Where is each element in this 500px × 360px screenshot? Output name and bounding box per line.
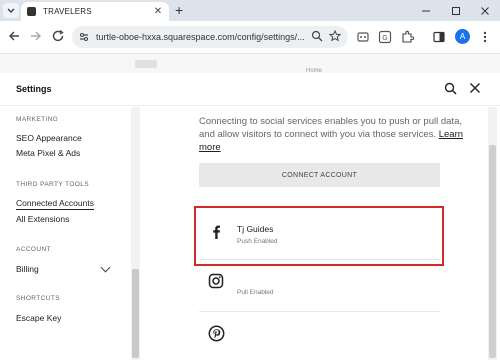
zoom-icon[interactable] (310, 30, 324, 44)
sidebar-heading-shortcuts: SHORTCUTS (16, 295, 60, 302)
page-behind-overlay: Home (0, 53, 500, 74)
window-close-icon[interactable] (471, 0, 499, 21)
tab-title: TRAVELERS (43, 7, 92, 16)
profile-avatar[interactable]: A (455, 29, 470, 44)
sidebar-item-billing[interactable]: Billing (16, 264, 39, 274)
sidebar-heading-marketing: MARKETING (16, 116, 59, 123)
content-scrollbar-thumb[interactable] (489, 145, 496, 358)
side-panel-icon[interactable] (432, 30, 446, 44)
account-row-pinterest[interactable] (199, 312, 440, 360)
minimize-icon[interactable] (412, 0, 440, 21)
sidebar-item-seo-appearance[interactable]: SEO Appearance (16, 133, 82, 143)
browser-toolbar: turtle-oboe-hxxa.squarespace.com/config/… (0, 21, 500, 53)
sidebar-item-escape-key[interactable]: Escape Key (16, 313, 61, 323)
chevron-down-icon (7, 8, 15, 13)
sidebar-scrollbar-thumb[interactable] (132, 269, 139, 358)
back-icon[interactable] (6, 29, 22, 45)
sidebar-item-connected-accounts[interactable]: Connected Accounts (16, 198, 94, 210)
bookmark-star-icon[interactable] (328, 29, 342, 44)
reload-icon[interactable] (50, 29, 66, 45)
search-icon[interactable] (443, 82, 457, 96)
chevron-down-icon[interactable] (100, 262, 111, 273)
puzzle-extensions-icon[interactable] (400, 30, 415, 44)
tab-search-button[interactable] (3, 3, 19, 18)
maximize-icon[interactable] (442, 0, 470, 21)
sidebar-item-all-extensions[interactable]: All Extensions (16, 214, 69, 224)
svg-text:G: G (382, 35, 387, 42)
settings-panel: Settings MARKETING SEO Appearance Meta P… (0, 73, 500, 360)
tab-close-icon[interactable]: ✕ (153, 6, 163, 17)
settings-title: Settings (16, 84, 52, 94)
page-behind-element (135, 60, 157, 68)
account-row-instagram[interactable]: Pull Enabled (199, 260, 440, 312)
sidebar-item-meta-pixel-ads[interactable]: Meta Pixel & Ads (16, 148, 80, 158)
connected-accounts-content: Connecting to social services enables yo… (141, 107, 500, 360)
address-bar[interactable]: turtle-oboe-hxxa.squarespace.com/config/… (72, 26, 348, 48)
url-text[interactable]: turtle-oboe-hxxa.squarespace.com/config/… (96, 32, 306, 42)
sidebar-heading-third-party-tools: THIRD PARTY TOOLS (16, 181, 90, 188)
settings-sidebar: MARKETING SEO Appearance Meta Pixel & Ad… (0, 107, 140, 360)
settings-header: Settings (0, 73, 500, 106)
new-tab-button[interactable]: + (175, 2, 183, 19)
connect-account-button[interactable]: CONNECT ACCOUNT (199, 163, 440, 187)
intro-text: Connecting to social services enables yo… (199, 116, 462, 140)
pinterest-icon (207, 324, 225, 342)
close-icon[interactable] (468, 82, 482, 96)
highlight-box (194, 206, 444, 266)
extension-icon[interactable] (356, 30, 370, 44)
browser-tab-strip: TRAVELERS ✕ + (0, 0, 500, 21)
browser-tab[interactable]: TRAVELERS ✕ (21, 2, 169, 21)
grammar-extension-icon[interactable]: G (378, 30, 392, 44)
site-favicon-icon (27, 7, 36, 16)
account-status: Pull Enabled (237, 289, 274, 296)
sidebar-heading-account: ACCOUNT (16, 246, 51, 253)
site-info-icon[interactable] (78, 31, 90, 43)
intro-paragraph: Connecting to social services enables yo… (199, 115, 469, 154)
more-menu-icon[interactable] (478, 30, 492, 44)
instagram-icon (207, 272, 225, 290)
forward-icon[interactable] (28, 29, 44, 45)
